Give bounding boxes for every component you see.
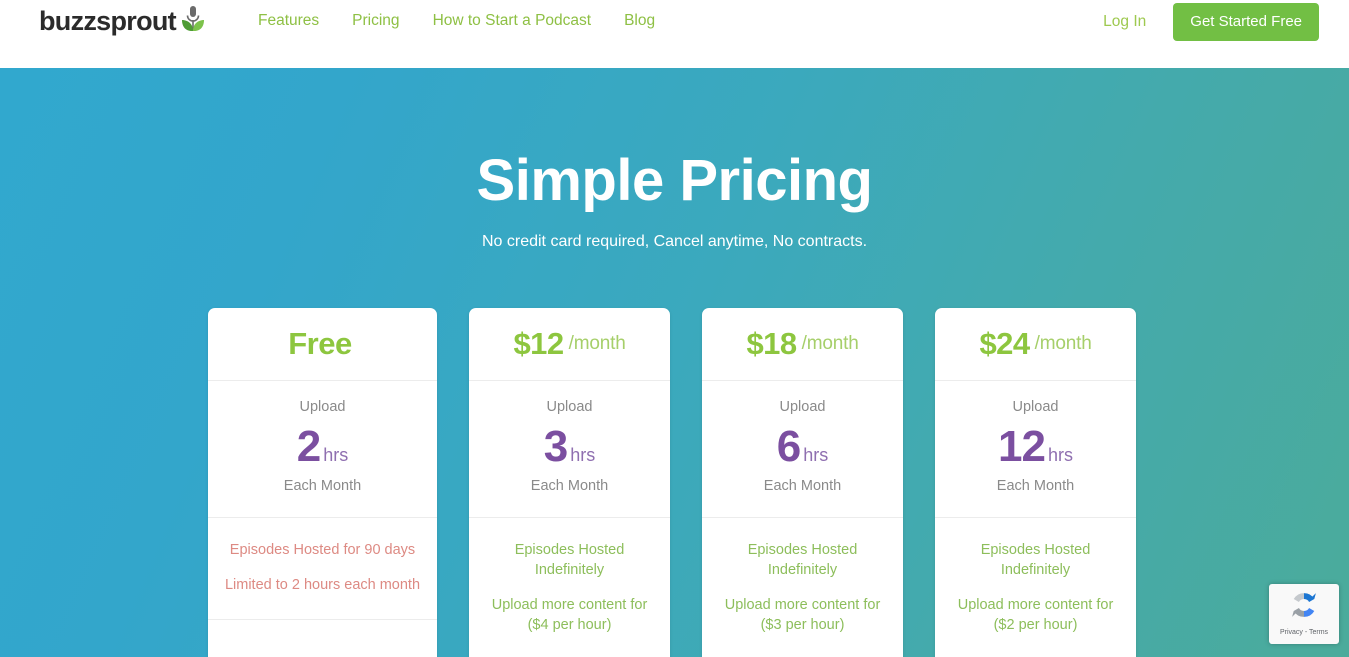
recaptcha-badge[interactable]: Privacy - Terms bbox=[1269, 584, 1339, 644]
price-period: /month bbox=[568, 333, 626, 354]
upload-label: Upload bbox=[299, 399, 346, 415]
upload-hours: 6 hrs bbox=[712, 421, 893, 471]
primary-nav: Features Pricing How to Start a Podcast … bbox=[258, 8, 680, 34]
hours-number: 6 bbox=[776, 421, 802, 471]
price-amount: $12 bbox=[513, 326, 564, 361]
upload-hours: 2 hrs bbox=[218, 421, 427, 471]
each-month-label: Each Month bbox=[996, 477, 1075, 494]
hours-number: 2 bbox=[296, 421, 322, 471]
hero-section: Simple Pricing No credit card required, … bbox=[0, 68, 1349, 657]
each-month-label: Each Month bbox=[283, 477, 362, 494]
pricing-card-body: Upload 2 hrs Each Month bbox=[208, 381, 437, 518]
pricing-card-notes: Episodes Hosted Indefinitely Upload more… bbox=[469, 518, 670, 657]
hours-unit: hrs bbox=[803, 444, 829, 465]
hours-number: 12 bbox=[998, 421, 1046, 471]
sprout-microphone-icon bbox=[180, 4, 206, 39]
price-amount: $24 bbox=[979, 326, 1030, 361]
hours-unit: hrs bbox=[323, 444, 349, 465]
page-title: Simple Pricing bbox=[476, 148, 873, 213]
each-month-label: Each Month bbox=[763, 477, 842, 494]
nav-item-features[interactable]: Features bbox=[258, 8, 344, 34]
brand-logo[interactable]: buzzsprout bbox=[39, 4, 206, 38]
pricing-card-notes: Episodes Hosted for 90 days Limited to 2… bbox=[208, 518, 437, 620]
nav-item-pricing[interactable]: Pricing bbox=[344, 8, 424, 34]
plan-note-overage: Upload more content for ($3 per hour) bbox=[724, 596, 881, 633]
site-header: buzzsprout Features Pricing How to Start… bbox=[0, 0, 1349, 68]
pricing-card-notes: Episodes Hosted Indefinitely Upload more… bbox=[702, 518, 903, 657]
page-subtitle: No credit card required, Cancel anytime,… bbox=[481, 233, 868, 250]
plan-note-hosting: Episodes Hosted Indefinitely bbox=[980, 541, 1091, 578]
plan-note-hosting: Episodes Hosted Indefinitely bbox=[747, 541, 858, 578]
pricing-card-24[interactable]: $24 /month Upload 12 hrs Each Month Episo… bbox=[935, 308, 1136, 657]
pricing-card-12[interactable]: $12 /month Upload 3 hrs Each Month Episod… bbox=[469, 308, 670, 657]
pricing-card-free[interactable]: Free Upload 2 hrs Each Month Episodes Hos… bbox=[208, 308, 437, 657]
pricing-card-body: Upload 12 hrs Each Month bbox=[935, 381, 1136, 518]
pricing-card-18[interactable]: $18 /month Upload 6 hrs Each Month Episod… bbox=[702, 308, 903, 657]
pricing-card-notes: Episodes Hosted Indefinitely Upload more… bbox=[935, 518, 1136, 657]
hours-unit: hrs bbox=[570, 444, 596, 465]
pricing-card-header: $12 /month bbox=[469, 308, 670, 381]
logo-wordmark: buzzsprout bbox=[39, 5, 177, 36]
plan-note-hosting: Episodes Hosted for 90 days bbox=[229, 541, 416, 558]
pricing-card-body: Upload 3 hrs Each Month bbox=[469, 381, 670, 518]
pricing-card-header: $18 /month bbox=[702, 308, 903, 381]
plan-note-overage: Upload more content for ($2 per hour) bbox=[957, 596, 1114, 633]
pricing-card-body: Upload 6 hrs Each Month bbox=[702, 381, 903, 518]
upload-hours: 12 hrs bbox=[945, 421, 1126, 471]
pricing-card-header: $24 /month bbox=[935, 308, 1136, 381]
upload-label: Upload bbox=[779, 399, 826, 415]
plan-note-overage: Limited to 2 hours each month bbox=[224, 576, 421, 593]
hours-number: 3 bbox=[543, 421, 569, 471]
each-month-label: Each Month bbox=[530, 477, 609, 494]
price-amount: Free bbox=[288, 326, 352, 361]
recaptcha-terms-text[interactable]: Privacy - Terms bbox=[1280, 629, 1328, 636]
recaptcha-icon bbox=[1287, 588, 1321, 627]
upload-label: Upload bbox=[1012, 399, 1059, 415]
plan-note-hosting: Episodes Hosted Indefinitely bbox=[514, 541, 625, 578]
pricing-page: buzzsprout Features Pricing How to Start… bbox=[0, 0, 1349, 657]
upload-label: Upload bbox=[546, 399, 593, 415]
pricing-cards: Free Upload 2 hrs Each Month Episodes Hos… bbox=[208, 308, 1141, 657]
nav-item-how-to-start-a-podcast[interactable]: How to Start a Podcast bbox=[425, 8, 617, 34]
price-period: /month bbox=[1034, 333, 1092, 354]
price-amount: $18 bbox=[746, 326, 797, 361]
header-actions: Log In Get Started Free bbox=[1103, 3, 1319, 41]
hours-unit: hrs bbox=[1047, 444, 1073, 465]
nav-item-blog[interactable]: Blog bbox=[616, 8, 680, 34]
pricing-card-header: Free bbox=[208, 308, 437, 381]
upload-hours: 3 hrs bbox=[479, 421, 660, 471]
plan-note-overage: Upload more content for ($4 per hour) bbox=[491, 596, 648, 633]
get-started-free-button[interactable]: Get Started Free bbox=[1173, 3, 1319, 41]
login-link[interactable]: Log In bbox=[1103, 5, 1146, 39]
price-period: /month bbox=[801, 333, 859, 354]
